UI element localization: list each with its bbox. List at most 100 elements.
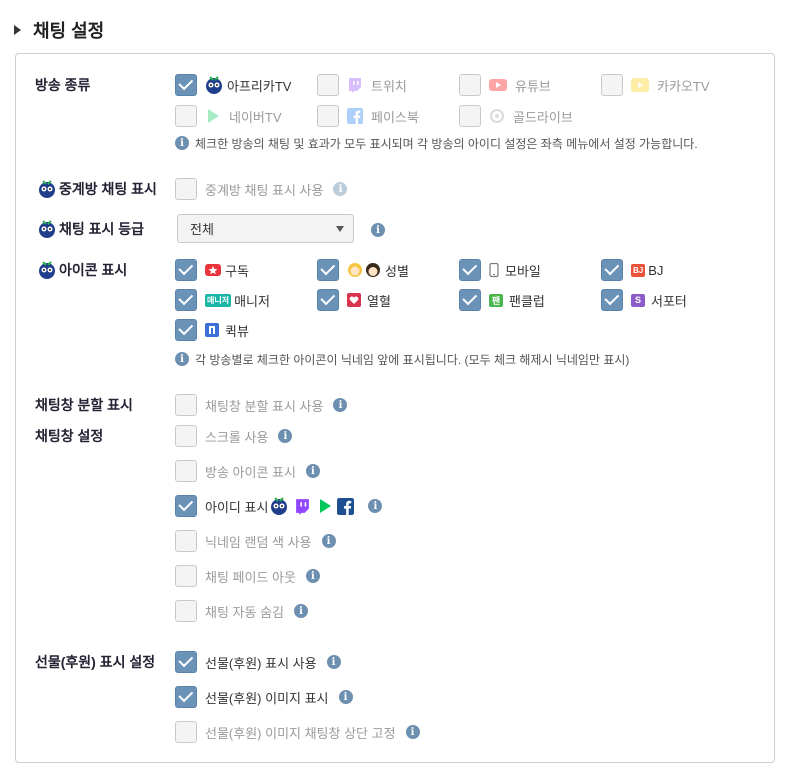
broadcast-option-goldlive[interactable]: 골드라이브 (459, 104, 573, 128)
checkbox[interactable] (175, 105, 197, 127)
section-title: 채팅 설정 (33, 21, 105, 41)
quickview-icon (205, 323, 219, 337)
checkbox[interactable] (175, 319, 197, 341)
afreecatv-icon (270, 497, 288, 515)
chat-grade-label: 채팅 표시 등급 (59, 221, 145, 237)
split-display-option[interactable]: 채팅창 분할 표시 사용 i (175, 393, 348, 417)
section-header[interactable]: 채팅 설정 (14, 18, 104, 42)
broadcast-option-kakaotv[interactable]: 카카오TV (601, 73, 710, 97)
icon-display-label: 아이콘 표시 (59, 262, 128, 278)
broadcast-option-navertv[interactable]: 네이버TV (175, 104, 282, 128)
checkbox[interactable] (601, 259, 623, 281)
checkbox[interactable] (175, 600, 197, 622)
checkbox[interactable] (601, 289, 623, 311)
info-icon[interactable]: i (293, 604, 308, 618)
info-icon[interactable]: i (333, 182, 348, 196)
info-icon[interactable]: i (368, 499, 383, 513)
checkbox[interactable] (459, 289, 481, 311)
icon-option-gender[interactable]: 성별 (317, 258, 409, 282)
icon-display-row-label: 아이콘 표시 (38, 258, 127, 282)
facebook-icon (337, 497, 355, 515)
info-icon[interactable]: i (371, 223, 385, 237)
checkbox[interactable] (175, 651, 197, 673)
checkbox[interactable] (317, 259, 339, 281)
icon-display-note: i 각 방송별로 체크한 아이콘이 닉네임 앞에 표시됩니다. (모두 체크 해… (175, 350, 629, 368)
info-icon[interactable]: i (333, 398, 348, 412)
gender-icon (347, 262, 381, 278)
broadcast-option-afreecatv[interactable]: 아프리카TV (175, 73, 291, 97)
checkbox[interactable] (175, 425, 197, 447)
hot-fan-icon (347, 293, 361, 307)
icon-option-supporter[interactable]: S 서포터 (601, 288, 687, 312)
info-icon[interactable]: i (338, 690, 353, 704)
checkbox[interactable] (317, 74, 339, 96)
chat-settings-panel: 방송 종류 아프리카TV 트위치 유튜브 카카오TV 네이버TV 페이스북 골드… (15, 53, 775, 763)
broadcast-type-label: 방송 종류 (35, 77, 91, 93)
manager-badge-icon: 매니저 (205, 293, 232, 307)
info-icon[interactable]: i (321, 534, 336, 548)
relay-chat-label: 중계방 채팅 표시 (59, 181, 157, 197)
broadcast-option-twitch[interactable]: 트위치 (317, 73, 407, 97)
subscribe-icon (205, 263, 221, 277)
chevron-down-icon (336, 226, 344, 232)
icon-option-fanclub[interactable]: 팬 팬클럽 (459, 288, 545, 312)
checkbox[interactable] (459, 74, 481, 96)
checkbox[interactable] (175, 721, 197, 743)
gift-option-image-pin-top[interactable]: 선물(후원) 이미지 채팅창 상단 고정 i (175, 720, 420, 744)
checkbox[interactable] (175, 565, 197, 587)
info-icon[interactable]: i (326, 655, 341, 669)
checkbox[interactable] (175, 495, 197, 517)
fanclub-icon: 팬 (489, 293, 503, 307)
icon-option-subscribe[interactable]: 구독 (175, 258, 249, 282)
icon-option-quickview[interactable]: 퀵뷰 (175, 318, 249, 342)
icon-option-manager[interactable]: 매니저 매니저 (175, 288, 270, 312)
split-display-label: 채팅창 분할 표시 (35, 397, 133, 413)
info-icon: i (175, 352, 189, 366)
info-icon[interactable]: i (405, 725, 420, 739)
info-icon[interactable]: i (278, 429, 293, 443)
checkbox[interactable] (175, 394, 197, 416)
window-option-random-color[interactable]: 닉네임 랜덤 색 사용 i (175, 529, 336, 553)
chat-grade-select[interactable]: 전체 (177, 214, 354, 243)
checkbox[interactable] (175, 289, 197, 311)
window-option-show-id[interactable]: 아이디 표시 i (175, 494, 383, 518)
chat-window-label: 채팅창 설정 (35, 428, 104, 444)
relay-chat-row-label: 중계방 채팅 표시 (38, 177, 157, 201)
broadcast-note: i 체크한 방송의 채팅 및 효과가 모두 표시되며 각 방송의 아이디 설정은… (175, 134, 698, 152)
checkbox[interactable] (459, 259, 481, 281)
broadcast-option-facebook[interactable]: 페이스북 (317, 104, 419, 128)
checkbox[interactable] (459, 105, 481, 127)
bj-badge-icon: BJ (631, 263, 646, 277)
gift-option-show[interactable]: 선물(후원) 표시 사용 i (175, 650, 341, 674)
window-option-fade-out[interactable]: 채팅 페이드 아웃 i (175, 564, 320, 588)
relay-chat-option[interactable]: 중계방 채팅 표시 사용 i (175, 177, 348, 201)
checkbox[interactable] (175, 178, 197, 200)
youtube-icon (489, 78, 507, 92)
facebook-icon (347, 108, 363, 124)
icon-option-mobile[interactable]: 모바일 (459, 258, 541, 282)
afreecatv-icon (38, 180, 56, 198)
twitch-icon (347, 77, 363, 93)
icon-option-bj[interactable]: BJ BJ (601, 258, 663, 282)
window-option-auto-hide[interactable]: 채팅 자동 숨김 i (175, 599, 308, 623)
checkbox[interactable] (175, 686, 197, 708)
broadcast-option-youtube[interactable]: 유튜브 (459, 73, 551, 97)
checkbox[interactable] (175, 460, 197, 482)
window-option-scroll[interactable]: 스크롤 사용 i (175, 424, 293, 448)
kakaotv-icon (631, 78, 649, 92)
checkbox[interactable] (601, 74, 623, 96)
checkbox[interactable] (317, 105, 339, 127)
icon-option-hot-fan[interactable]: 열혈 (317, 288, 391, 312)
checkbox[interactable] (175, 74, 197, 96)
navertv-icon (317, 498, 333, 514)
window-option-broadcast-icon[interactable]: 방송 아이콘 표시 i (175, 459, 320, 483)
collapse-caret-icon[interactable] (14, 25, 21, 35)
checkbox[interactable] (175, 259, 197, 281)
gift-option-image[interactable]: 선물(후원) 이미지 표시 i (175, 685, 353, 709)
afreecatv-icon (205, 76, 223, 94)
checkbox[interactable] (317, 289, 339, 311)
checkbox[interactable] (175, 530, 197, 552)
info-icon[interactable]: i (305, 569, 320, 583)
info-icon[interactable]: i (305, 464, 320, 478)
navertv-icon (205, 108, 221, 124)
